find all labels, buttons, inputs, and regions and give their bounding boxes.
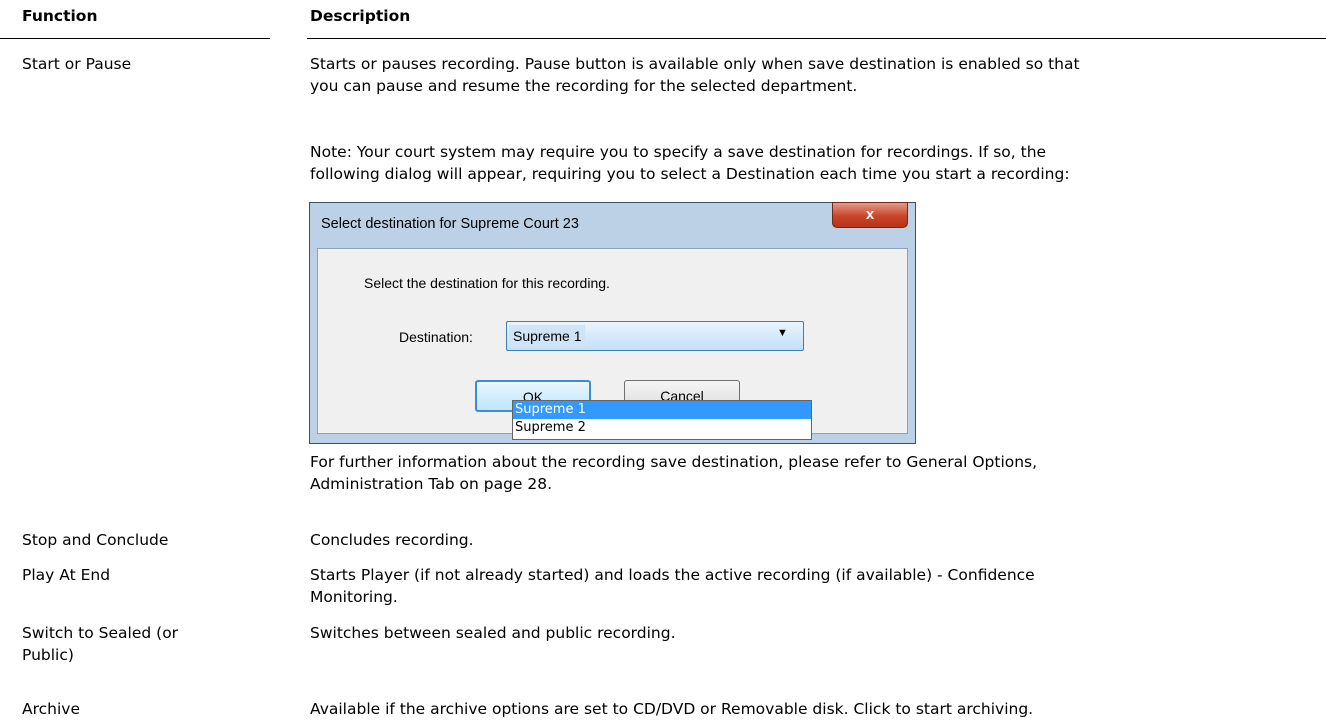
header-description: Description bbox=[310, 7, 411, 25]
description-play-at-end: Starts Player (if not already started) a… bbox=[310, 564, 1310, 608]
description-start-pause: Starts or pauses recording. Pause button… bbox=[310, 53, 1310, 97]
description-archive: Available if the archive options are set… bbox=[310, 700, 1034, 718]
further-info-line: Administration Tab on page 28. bbox=[310, 475, 553, 493]
header-function: Function bbox=[22, 7, 98, 25]
function-line: Public) bbox=[22, 646, 74, 664]
dialog-client-area: Select the destination for this recordin… bbox=[317, 248, 908, 440]
description-switch-sealed: Switches between sealed and public recor… bbox=[310, 624, 676, 642]
chevron-down-icon: ▼ bbox=[777, 327, 788, 339]
description-line: Starts or pauses recording. Pause button… bbox=[310, 55, 1080, 73]
function-start-pause: Start or Pause bbox=[22, 55, 132, 73]
note-line: following dialog will appear, requiring … bbox=[310, 165, 1070, 183]
function-switch-sealed: Switch to Sealed (or Public) bbox=[22, 622, 282, 666]
description-line: Monitoring. bbox=[310, 588, 398, 606]
destination-dialog: Select destination for Supreme Court 23 … bbox=[309, 202, 916, 444]
dialog-message: Select the destination for this recordin… bbox=[364, 275, 610, 291]
function-archive: Archive bbox=[22, 700, 80, 718]
destination-dropdown-list: Supreme 1 Supreme 2 bbox=[512, 400, 812, 440]
close-icon: x bbox=[865, 206, 875, 223]
destination-select-value: Supreme 1 bbox=[509, 325, 586, 347]
note-start-pause: Note: Your court system may require you … bbox=[310, 141, 1310, 185]
dropdown-option[interactable]: Supreme 2 bbox=[513, 419, 811, 437]
function-play-at-end: Play At End bbox=[22, 566, 111, 584]
description-line: you can pause and resume the recording f… bbox=[310, 77, 858, 95]
dialog-close-button[interactable]: x bbox=[832, 202, 908, 228]
destination-label: Destination: bbox=[399, 329, 473, 345]
function-stop-conclude: Stop and Conclude bbox=[22, 531, 169, 549]
dialog-title: Select destination for Supreme Court 23 bbox=[321, 216, 579, 232]
description-line: Starts Player (if not already started) a… bbox=[310, 566, 1035, 584]
further-info-line: For further information about the record… bbox=[310, 453, 1038, 471]
note-line: Note: Your court system may require you … bbox=[310, 143, 1047, 161]
further-info-start-pause: For further information about the record… bbox=[310, 451, 1310, 495]
header-rule-description bbox=[307, 38, 1326, 39]
description-stop-conclude: Concludes recording. bbox=[310, 531, 474, 549]
dropdown-option[interactable]: Supreme 1 bbox=[513, 401, 811, 419]
destination-select[interactable]: Supreme 1 ▼ bbox=[506, 321, 804, 351]
function-line: Switch to Sealed (or bbox=[22, 624, 179, 642]
header-rule-function bbox=[0, 38, 270, 39]
